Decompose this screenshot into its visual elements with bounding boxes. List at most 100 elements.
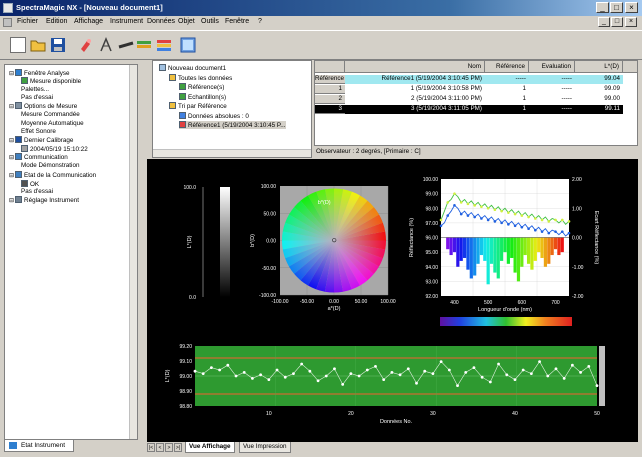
instrument-node[interactable]: ⊟ Etat de la Communication <box>9 170 96 179</box>
instrument-node[interactable]: OK <box>21 179 39 188</box>
deviation-bar <box>466 237 470 270</box>
instrument-node[interactable]: ⊟ Options de Mesure <box>9 102 77 110</box>
tab-vue-affichage[interactable]: Vue Affichage <box>185 442 235 453</box>
expand-icon[interactable]: ⊟ <box>9 173 14 179</box>
instrument-node[interactable]: ⊟ Communication <box>9 153 68 161</box>
vertical-scrollbar[interactable] <box>129 65 137 439</box>
document-tree-node[interactable]: Echantillon(s) <box>179 92 226 101</box>
instrument-node[interactable]: Moyenne Automatique <box>21 120 84 127</box>
expand-icon[interactable]: ⊟ <box>9 155 14 161</box>
menu-instrument[interactable]: Instrument <box>110 18 143 25</box>
minimize-button[interactable]: _ <box>596 2 609 13</box>
doc-restore-button[interactable]: □ <box>611 17 623 27</box>
reflectance-point <box>507 223 510 226</box>
close-button[interactable]: × <box>625 2 638 13</box>
instrument-node[interactable]: Effet Sonore <box>21 128 56 135</box>
chart-view[interactable]: 100.0 0.0 L*(D) -100.00 -50.00 0.00 50.00 100.0… <box>147 159 638 442</box>
instrument-node[interactable]: Pas d'essai <box>21 94 53 101</box>
compare-icon[interactable] <box>118 37 134 53</box>
menu-fichier[interactable]: Fichier <box>17 18 38 25</box>
column-header-nom[interactable]: Nom <box>345 61 485 73</box>
trend-point <box>472 366 476 369</box>
save-icon[interactable] <box>50 37 66 53</box>
document-tree-node[interactable]: Nouveau document1 <box>159 64 226 72</box>
tab-nav-prev[interactable]: < <box>156 443 164 452</box>
horizontal-scrollbar[interactable] <box>153 149 311 157</box>
measure-icon[interactable] <box>78 37 94 53</box>
data-grid[interactable]: Nom Référence Evaluation L*(D) Référence… <box>314 60 638 146</box>
menu-outils[interactable]: Outils <box>201 18 219 25</box>
deviation-bar <box>459 237 463 261</box>
spectral-y-tick: 92.00 <box>425 294 438 300</box>
document-tree-node[interactable]: Toutes les données <box>169 73 232 82</box>
instrument-node[interactable]: Mesure disponible <box>21 77 81 85</box>
window-icon[interactable] <box>180 37 196 53</box>
trend-point <box>447 368 451 372</box>
expand-icon[interactable]: ⊟ <box>9 71 14 77</box>
menu-affichage[interactable]: Affichage <box>74 18 103 25</box>
menu-edition[interactable]: Edition <box>46 18 67 25</box>
menu-donnees[interactable]: Données <box>147 18 175 25</box>
clock-icon <box>21 145 28 153</box>
instrument-node[interactable]: Palettes... <box>21 86 49 93</box>
reflectance-point <box>520 214 524 217</box>
expand-icon[interactable]: ⊟ <box>9 104 14 110</box>
instrument-node[interactable]: 2004/05/19 15:10:22 <box>21 145 88 153</box>
table-row[interactable]: 22 (5/19/2004 3:11:00 PM) 1 ----- 99.00 <box>315 95 637 104</box>
reflectance-point <box>540 218 544 222</box>
column-header-extra[interactable] <box>623 61 637 73</box>
table-row[interactable]: Référence Référence1 (5/19/2004 3:10:45 P… <box>315 75 637 84</box>
trend-point <box>283 375 287 379</box>
maximize-button[interactable]: □ <box>610 2 623 13</box>
color-plane-x-tick: 50.00 <box>355 299 368 305</box>
instrument-node[interactable]: ⊟ Dernier Calibrage <box>9 136 73 144</box>
instrument-status-panel[interactable]: ⊟ Fenêtre Analyse Mesure disponible Palette… <box>4 64 138 440</box>
tab-nav-first[interactable]: |< <box>147 443 155 452</box>
instrument-node[interactable]: ⊟ Réglage Instrument <box>9 196 79 204</box>
table-cell: 99.09 <box>575 85 623 94</box>
trend-y-tick: 99.20 <box>179 344 192 350</box>
tab-vue-impression[interactable]: Vue Impression <box>239 442 291 453</box>
doc-close-button[interactable]: × <box>625 17 637 27</box>
open-icon[interactable] <box>30 37 46 53</box>
menu-fenetre[interactable]: Fenêtre <box>225 18 249 25</box>
document-tree-node[interactable]: Tri par Référence <box>169 102 227 110</box>
new-icon[interactable] <box>10 37 26 53</box>
trend-point <box>488 380 492 384</box>
observer-status: Observateur : 2 degrés, [Primaire : C] <box>314 147 638 158</box>
column-header-l[interactable]: L*(D) <box>575 61 623 73</box>
table-cell: ----- <box>529 75 575 84</box>
tree-node-icon <box>159 64 166 71</box>
document-tree-node[interactable]: Données absolues : 0 <box>179 111 249 120</box>
doc-minimize-button[interactable]: _ <box>598 17 610 27</box>
instrument-node[interactable]: ⊟ Fenêtre Analyse <box>9 69 70 77</box>
table-cell: 1 <box>485 105 529 114</box>
title-bar[interactable]: SpectraMagic NX - [Nouveau document1] _ … <box>0 0 642 16</box>
instrument-node[interactable]: Mesure Commandée <box>21 111 80 118</box>
calibrate-icon[interactable] <box>98 37 114 53</box>
trend-point <box>374 365 377 368</box>
tab-nav-last[interactable]: >| <box>174 443 182 452</box>
document-menu-icon[interactable] <box>3 18 12 27</box>
grid-corner <box>315 61 345 73</box>
spectral-x-tick: 400 <box>450 300 459 306</box>
tab-nav-next[interactable]: > <box>165 443 173 452</box>
expand-icon[interactable]: ⊟ <box>9 198 14 204</box>
color-icon[interactable] <box>136 37 152 53</box>
instrument-node[interactable]: Pas d'essai <box>21 188 53 195</box>
column-header-reference[interactable]: Référence <box>485 61 529 73</box>
trend-point <box>193 369 197 373</box>
expand-icon[interactable]: ⊟ <box>9 138 14 144</box>
instrument-node[interactable]: Mode Démonstration <box>21 162 79 169</box>
column-header-evaluation[interactable]: Evaluation <box>529 61 575 73</box>
document-tree-node[interactable]: Référence1 (5/19/2004 3:10:45 P... <box>179 121 286 129</box>
menu-help[interactable]: ? <box>258 18 262 25</box>
export-icon[interactable] <box>156 37 172 53</box>
menu-objet[interactable]: Objet <box>178 18 195 25</box>
document-tree-node[interactable]: Référence(s) <box>179 83 224 91</box>
document-tree-panel[interactable]: Nouveau document1 Toutes les données Référ… <box>152 60 312 158</box>
table-row[interactable]: 33 (5/19/2004 3:11:05 PM) 1 ----- 99.11 <box>315 105 637 114</box>
table-row[interactable]: 11 (5/19/2004 3:10:58 PM) 1 ----- 99.09 <box>315 85 637 94</box>
tab-etat-instrument[interactable]: Etat Instrument <box>4 440 74 452</box>
trend-point <box>439 360 443 363</box>
